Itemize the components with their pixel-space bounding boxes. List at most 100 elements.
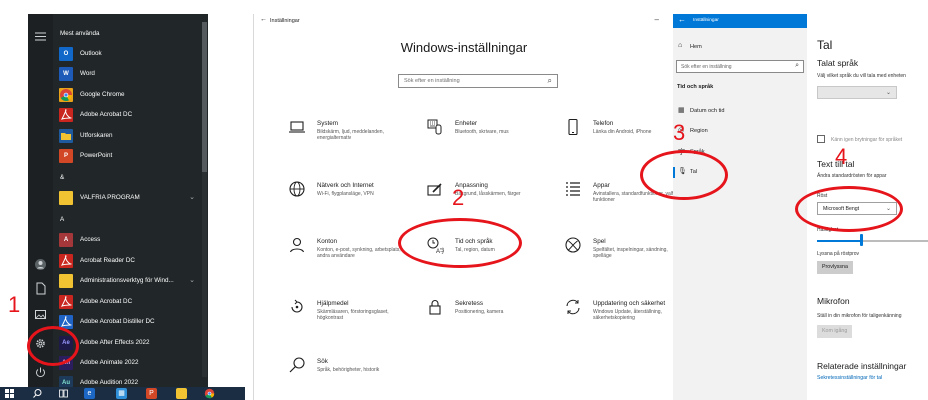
acrobat-icon	[59, 108, 73, 122]
app-item-access[interactable]: A Access	[57, 232, 201, 250]
annotation-circle-3	[640, 150, 728, 200]
back-arrow-icon[interactable]: ←	[260, 16, 267, 23]
preview-button[interactable]: Provlyssna	[817, 261, 853, 274]
related-settings-link[interactable]: Sekretessinställningar för tal	[817, 375, 882, 381]
chevron-down-icon: ⌄	[885, 90, 891, 96]
search-icon: ⌕	[795, 62, 799, 69]
app-label: Adobe Audition 2022	[80, 379, 139, 386]
annotation-number-1: 1	[8, 292, 21, 317]
chrome-taskbar-icon[interactable]	[204, 388, 215, 399]
settings-search-input[interactable]: Sök efter en inställning ⌕	[398, 74, 558, 88]
windows-start-icon[interactable]	[4, 388, 15, 399]
category-sekretess[interactable]: Sekretess Positionering, kamera	[426, 298, 546, 338]
app-item-adobe-acrobat-distiller-dc[interactable]: Adobe Acrobat Distiller DC	[57, 314, 201, 332]
back-arrow-icon[interactable]: ←	[678, 15, 686, 24]
category-desc: Windows Update, återställning, säkerhets…	[593, 309, 662, 322]
documents-icon[interactable]	[34, 282, 47, 295]
app-item-valfria-program[interactable]: VALFRIA PROGRAM ⌄	[57, 190, 201, 208]
recognize-accents-checkbox[interactable]	[817, 135, 825, 143]
mic-get-started-button[interactable]: Kom igång	[817, 325, 853, 338]
category-title: Sök	[317, 358, 328, 365]
edge-icon[interactable]: e	[84, 388, 95, 399]
tts-desc: Ändra standardrösten för appar	[817, 173, 887, 179]
powerpoint-icon: P	[59, 149, 73, 163]
speed-slider-thumb[interactable]	[860, 234, 864, 246]
category-enheter[interactable]: Enheter Bluetooth, skrivare, mus	[426, 118, 546, 158]
minimize-button[interactable]: –	[655, 15, 659, 24]
time-language-nav-pane: ← Inställningar ⌂ Hem Sök efter en instä…	[673, 14, 807, 400]
app-label: Google Chrome	[80, 91, 125, 98]
recognize-accents-label: Känn igen brytningar för språket	[831, 137, 903, 143]
group-header-a[interactable]: A	[60, 216, 64, 223]
app-item-word[interactable]: W Word	[57, 66, 201, 84]
nav-item-label: Region	[690, 128, 708, 134]
folder-icon	[59, 191, 73, 205]
search-placeholder: Sök efter en inställning	[681, 64, 732, 70]
outlook-icon: O	[59, 47, 73, 61]
speed-slider-track[interactable]	[817, 240, 928, 242]
category-title: System	[317, 120, 338, 127]
app-item-adobe-acrobat-dc-2[interactable]: Adobe Acrobat DC	[57, 294, 201, 312]
nav-item-region[interactable]: ◎ Region	[676, 126, 786, 139]
pictures-icon[interactable]	[34, 308, 47, 321]
category-sok[interactable]: Sök Språk, behörigheter, historik	[288, 356, 408, 396]
app-item-utforskaren[interactable]: Utforskaren	[57, 128, 201, 146]
nav-item-datum-och-tid[interactable]: ▦ Datum och tid	[676, 106, 786, 119]
apps-icon	[564, 180, 582, 198]
group-header-amp[interactable]: &	[60, 174, 64, 181]
app-label: Adobe After Effects 2022	[80, 339, 150, 346]
annotation-number-4: 4	[835, 144, 848, 169]
calendar-clock-icon: ▦	[678, 107, 685, 114]
category-desc: Bluetooth, skrivare, mus	[455, 129, 509, 135]
app-item-powerpoint[interactable]: P PowerPoint	[57, 148, 201, 166]
scrollbar-thumb[interactable]	[202, 22, 207, 172]
category-spel[interactable]: Spel Spelfältet, inspelningar, sändning,…	[564, 236, 684, 276]
app-item-administrationsverktyg[interactable]: Administrationsverktyg för Wind... ⌄	[57, 273, 201, 291]
person-icon	[288, 236, 306, 254]
speech-language-dropdown[interactable]: ⌄	[817, 86, 897, 99]
category-anpassning[interactable]: Anpassning Bakgrund, låsskärmen, färger	[426, 180, 546, 220]
app-label: Administrationsverktyg för Wind...	[80, 277, 174, 284]
app-item-adobe-animate-2022[interactable]: An Adobe Animate 2022	[57, 355, 201, 373]
power-icon[interactable]	[34, 366, 47, 379]
nav-home-link[interactable]: ⌂ Hem	[676, 42, 776, 54]
category-title: Nätverk och Internet	[317, 182, 374, 189]
store-icon[interactable]: ▦	[116, 388, 127, 399]
app-item-adobe-audition-2022[interactable]: Au Adobe Audition 2022	[57, 375, 201, 387]
file-explorer-icon[interactable]	[176, 388, 187, 399]
category-title: Uppdatering och säkerhet	[593, 300, 666, 307]
app-item-google-chrome[interactable]: Google Chrome	[57, 87, 201, 105]
app-list-scrollbar[interactable]	[202, 22, 207, 377]
user-avatar-icon[interactable]	[34, 258, 47, 271]
speech-language-desc: Välj vilket språk du vill tala med enhet…	[817, 73, 906, 79]
app-list: Mest använda O Outlook W Word Google Chr…	[53, 14, 203, 387]
category-natverk[interactable]: Nätverk och Internet Wi-Fi, flygplansläg…	[288, 180, 408, 220]
related-settings-heading: Relaterade inställningar	[817, 361, 907, 371]
app-item-outlook[interactable]: O Outlook	[57, 46, 201, 64]
lock-icon	[426, 298, 444, 316]
category-desc: Bildskärm, ljud, meddelanden, energialte…	[317, 129, 384, 142]
mic-heading: Mikrofon	[817, 296, 850, 306]
search-icon	[288, 356, 306, 374]
nav-search-input[interactable]: Sök efter en inställning ⌕	[676, 60, 804, 73]
chrome-icon	[59, 88, 73, 102]
search-icon[interactable]	[32, 388, 43, 399]
category-system[interactable]: System Bildskärm, ljud, meddelanden, ene…	[288, 118, 408, 158]
app-label: VALFRIA PROGRAM	[80, 194, 140, 201]
update-icon	[564, 298, 582, 316]
home-icon: ⌂	[678, 42, 683, 49]
app-item-acrobat-reader-dc[interactable]: Acrobat Reader DC	[57, 253, 201, 271]
xbox-icon	[564, 236, 582, 254]
app-item-adobe-acrobat-dc[interactable]: Adobe Acrobat DC	[57, 107, 201, 125]
keyboard-icon	[426, 118, 444, 136]
task-view-icon[interactable]	[58, 388, 69, 399]
audition-icon: Au	[59, 376, 73, 387]
category-uppdatering[interactable]: Uppdatering och säkerhet Windows Update,…	[564, 298, 684, 338]
search-icon: ⌕	[547, 76, 552, 85]
nav-section-title: Tid och språk	[677, 84, 714, 90]
hamburger-menu-icon[interactable]	[34, 30, 47, 43]
window-title: Inställningar	[270, 18, 300, 24]
category-hjalpmedel[interactable]: Hjälpmedel Skärmläsaren, förstoringsglas…	[288, 298, 408, 338]
powerpoint-taskbar-icon[interactable]: P	[146, 388, 157, 399]
category-konton[interactable]: Konton Konton, e-post, synkning, arbetsp…	[288, 236, 408, 276]
